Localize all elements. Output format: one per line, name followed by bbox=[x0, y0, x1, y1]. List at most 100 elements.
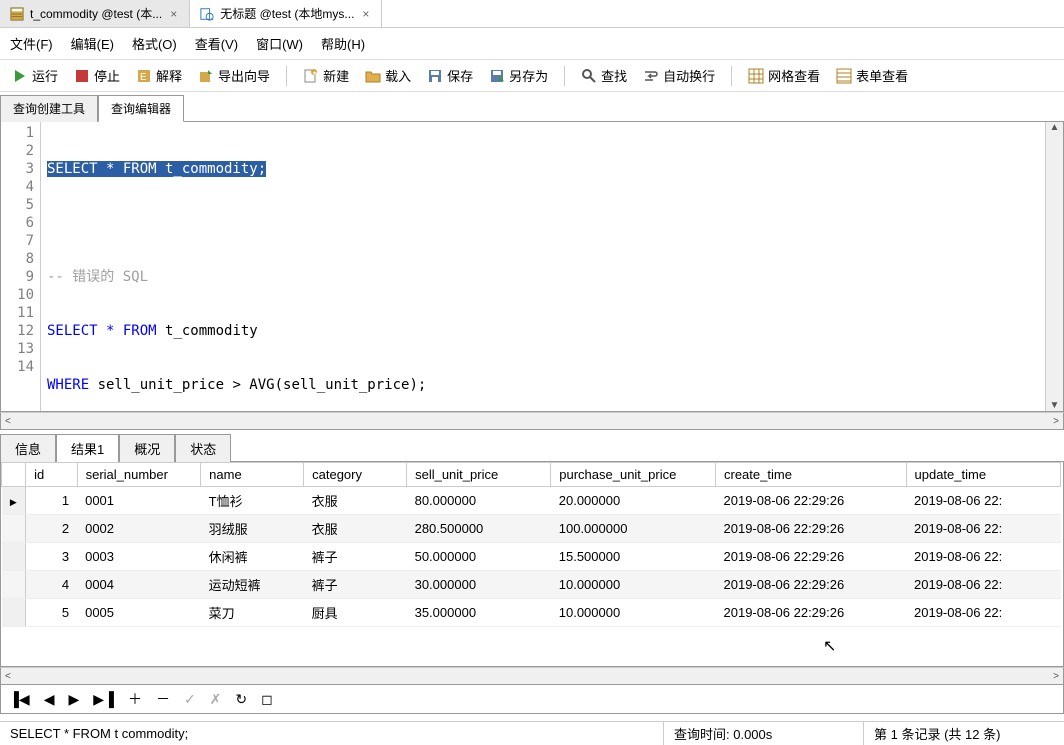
cell-create-time[interactable]: 2019-08-06 22:29:26 bbox=[716, 571, 907, 599]
tab-query-editor[interactable]: 查询编辑器 bbox=[98, 95, 184, 122]
cell-id[interactable]: 2 bbox=[26, 515, 77, 543]
tab-query-builder[interactable]: 查询创建工具 bbox=[0, 95, 98, 122]
scroll-left-icon[interactable]: < bbox=[5, 416, 11, 427]
cell-serial-number[interactable]: 0001 bbox=[77, 487, 201, 515]
column-serial-number[interactable]: serial_number bbox=[77, 463, 201, 487]
code-area[interactable]: SELECT * FROM t_commodity; -- 错误的 SQL SE… bbox=[41, 122, 1045, 411]
grid-horizontal-scrollbar[interactable]: < > bbox=[0, 667, 1064, 685]
table-row[interactable]: 50005菜刀厨具35.00000010.0000002019-08-06 22… bbox=[2, 599, 1061, 627]
save-button[interactable]: 保存 bbox=[423, 64, 477, 87]
cell-update-time[interactable]: 2019-08-06 22: bbox=[906, 515, 1061, 543]
tab-document-1[interactable]: t_commodity @test (本... × bbox=[0, 0, 190, 27]
cell-id[interactable]: 1 bbox=[26, 487, 77, 515]
scroll-right-icon[interactable]: > bbox=[1053, 671, 1059, 682]
vertical-scrollbar[interactable]: ▲ ▼ bbox=[1045, 122, 1063, 411]
table-row[interactable]: 20002羽绒服衣服280.500000100.000000 2019-08-06… bbox=[2, 515, 1061, 543]
cell-sell[interactable]: 80.000000 bbox=[407, 487, 551, 515]
code-editor[interactable]: 1 2 3 4 5 6 7 8 9 10 11 12 13 14 SELECT … bbox=[0, 122, 1064, 412]
cell-name[interactable]: 菜刀 bbox=[201, 599, 304, 627]
prev-record-button[interactable]: ◀ bbox=[44, 691, 55, 708]
cell-create-time[interactable]: 2019-08-06 22:29:26 bbox=[716, 599, 907, 627]
column-create-time[interactable]: create_time bbox=[716, 463, 907, 487]
explain-button[interactable]: E 解释 bbox=[132, 64, 186, 87]
grid-view-button[interactable]: 网格查看 bbox=[744, 64, 824, 87]
row-selector[interactable] bbox=[2, 515, 26, 543]
cell-purchase[interactable]: 100.000000 bbox=[551, 515, 716, 543]
menu-format[interactable]: 格式(O) bbox=[132, 34, 177, 53]
cell-serial-number[interactable]: 0002 bbox=[77, 515, 201, 543]
cell-name[interactable]: 休闲裤 bbox=[201, 543, 304, 571]
load-button[interactable]: 载入 bbox=[361, 64, 415, 87]
cell-category[interactable]: 裤子 bbox=[304, 571, 407, 599]
form-view-button[interactable]: 表单查看 bbox=[832, 64, 912, 87]
delete-record-button[interactable]: － bbox=[156, 689, 170, 709]
column-purchase-unit-price[interactable]: purchase_unit_price bbox=[551, 463, 716, 487]
cell-id[interactable]: 3 bbox=[26, 543, 77, 571]
column-id[interactable]: id bbox=[26, 463, 77, 487]
scroll-down-icon[interactable]: ▼ bbox=[1050, 400, 1060, 411]
cell-purchase[interactable]: 20.000000 bbox=[551, 487, 716, 515]
refresh-button[interactable]: ↻ bbox=[235, 691, 247, 708]
tab-document-2[interactable]: 无标题 @test (本地mys... × bbox=[190, 0, 382, 27]
cell-category[interactable]: 厨具 bbox=[304, 599, 407, 627]
table-row[interactable]: 30003休闲裤裤子50.00000015.5000002019-08-06 2… bbox=[2, 543, 1061, 571]
new-button[interactable]: ★ 新建 bbox=[299, 64, 353, 87]
cell-id[interactable]: 4 bbox=[26, 571, 77, 599]
cell-serial-number[interactable]: 0004 bbox=[77, 571, 201, 599]
cell-sell[interactable]: 280.500000 bbox=[407, 515, 551, 543]
tab-result1[interactable]: 结果1 bbox=[56, 434, 119, 462]
cell-category[interactable]: 衣服 bbox=[304, 487, 407, 515]
tab-info[interactable]: 信息 bbox=[0, 434, 56, 462]
cell-serial-number[interactable]: 0003 bbox=[77, 543, 201, 571]
save-as-button[interactable]: 另存为 bbox=[485, 64, 552, 87]
menu-window[interactable]: 窗口(W) bbox=[256, 34, 303, 53]
cell-update-time[interactable]: 2019-08-06 22: bbox=[906, 487, 1061, 515]
scroll-right-icon[interactable]: > bbox=[1053, 416, 1059, 427]
cell-name[interactable]: 运动短裤 bbox=[201, 571, 304, 599]
scroll-left-icon[interactable]: < bbox=[5, 671, 11, 682]
cell-update-time[interactable]: 2019-08-06 22: bbox=[906, 599, 1061, 627]
cell-update-time[interactable]: 2019-08-06 22: bbox=[906, 543, 1061, 571]
menu-view[interactable]: 查看(V) bbox=[195, 34, 238, 53]
menu-edit[interactable]: 编辑(E) bbox=[71, 34, 114, 53]
column-update-time[interactable]: update_time bbox=[906, 463, 1061, 487]
first-record-button[interactable]: ▐◀ bbox=[9, 691, 30, 708]
cell-name[interactable]: T恤衫 bbox=[201, 487, 304, 515]
scroll-up-icon[interactable]: ▲ bbox=[1050, 122, 1060, 133]
table-row[interactable]: 10001T恤衫衣服80.00000020.0000002019-08-06 2… bbox=[2, 487, 1061, 515]
auto-wrap-button[interactable]: 自动换行 bbox=[639, 64, 719, 87]
add-record-button[interactable]: ＋ bbox=[128, 689, 142, 709]
cell-purchase[interactable]: 10.000000 bbox=[551, 599, 716, 627]
commit-button[interactable]: ✓ bbox=[184, 691, 196, 708]
find-button[interactable]: 查找 bbox=[577, 64, 631, 87]
row-selector[interactable] bbox=[2, 571, 26, 599]
cell-create-time[interactable]: 2019-08-06 22:29:26 bbox=[716, 487, 907, 515]
stop-button[interactable]: 停止 bbox=[70, 64, 124, 87]
cell-purchase[interactable]: 10.000000 bbox=[551, 571, 716, 599]
last-record-button[interactable]: ▶▐ bbox=[93, 691, 114, 708]
cell-category[interactable]: 裤子 bbox=[304, 543, 407, 571]
cancel-button[interactable]: ✗ bbox=[210, 691, 222, 708]
stop-button[interactable]: ◻ bbox=[261, 691, 273, 708]
tab-overview[interactable]: 概况 bbox=[119, 434, 175, 462]
cell-name[interactable]: 羽绒服 bbox=[201, 515, 304, 543]
horizontal-scrollbar[interactable]: < > bbox=[0, 412, 1064, 430]
cell-sell[interactable]: 50.000000 bbox=[407, 543, 551, 571]
row-selector[interactable] bbox=[2, 543, 26, 571]
next-record-button[interactable]: ▶ bbox=[68, 691, 79, 708]
table-row[interactable]: 40004运动短裤裤子30.00000010.0000002019-08-06 … bbox=[2, 571, 1061, 599]
cell-sell[interactable]: 30.000000 bbox=[407, 571, 551, 599]
cell-create-time[interactable]: 2019-08-06 22:29:26 bbox=[716, 543, 907, 571]
tab-status[interactable]: 状态 bbox=[175, 434, 231, 462]
cell-update-time[interactable]: 2019-08-06 22: bbox=[906, 571, 1061, 599]
export-wizard-button[interactable]: 导出向导 bbox=[194, 64, 274, 87]
menu-help[interactable]: 帮助(H) bbox=[321, 34, 365, 53]
column-category[interactable]: category bbox=[304, 463, 407, 487]
cell-serial-number[interactable]: 0005 bbox=[77, 599, 201, 627]
cell-category[interactable]: 衣服 bbox=[304, 515, 407, 543]
cell-id[interactable]: 5 bbox=[26, 599, 77, 627]
column-sell-unit-price[interactable]: sell_unit_price bbox=[407, 463, 551, 487]
row-selector[interactable] bbox=[2, 599, 26, 627]
run-button[interactable]: 运行 bbox=[8, 64, 62, 87]
menu-file[interactable]: 文件(F) bbox=[10, 34, 53, 53]
